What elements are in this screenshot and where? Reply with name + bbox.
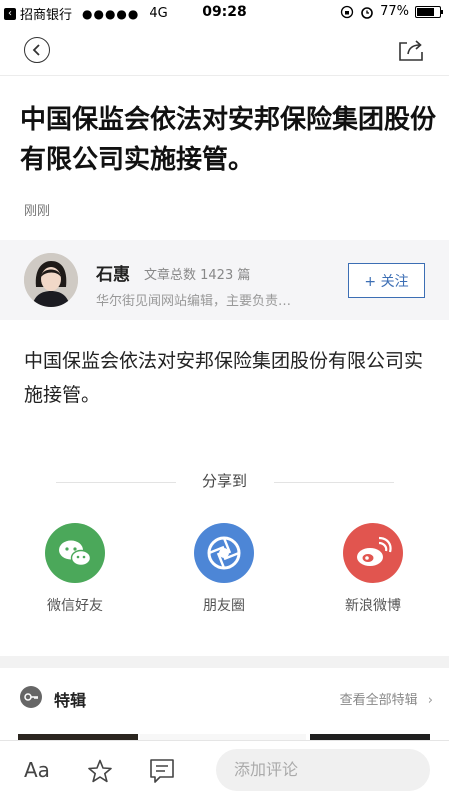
favorite-star-icon[interactable] (87, 758, 113, 784)
share-moments-label: 朋友圈 (203, 598, 245, 614)
section-divider (0, 656, 449, 668)
special-section-title: 特辑 (54, 691, 87, 710)
article-body: 中国保监会依法对安邦保险集团股份有限公司实施接管。 (24, 350, 424, 406)
share-button[interactable] (397, 37, 425, 63)
publish-time: 刚刚 (24, 204, 51, 219)
article-count: 文章总数 1423 篇 (144, 268, 251, 283)
view-all-label: 查看全部特辑 (339, 693, 418, 708)
status-right: 77% (340, 4, 443, 19)
battery-icon (415, 5, 443, 18)
bottom-toolbar: Aa 添加评论 (0, 740, 449, 800)
moments-icon[interactable] (194, 523, 254, 583)
author-description: 华尔街见闻网站编辑，主要负责… (96, 294, 292, 309)
avatar[interactable] (24, 253, 78, 307)
chevron-left-icon (32, 44, 40, 56)
share-wechat-button[interactable]: 微信好友 (25, 523, 125, 615)
article-title: 中国保监会依法对安邦保险集团股份有限公司实施接管。 (20, 105, 437, 175)
rotation-lock-icon (340, 5, 354, 18)
battery-percent: 77% (380, 4, 409, 19)
view-all-specials-link[interactable]: 查看全部特辑 › (340, 689, 433, 708)
share-wechat-label: 微信好友 (47, 598, 103, 614)
share-weibo-button[interactable]: 新浪微博 (323, 523, 423, 615)
status-bar: ‹ 招商银行 ●●●●● 4G 09:28 77% (0, 0, 449, 24)
share-weibo-label: 新浪微博 (345, 598, 401, 614)
share-heading: 分享到 (201, 472, 247, 490)
author-name[interactable]: 石惠 (96, 260, 130, 285)
comments-icon[interactable] (149, 757, 175, 785)
comment-input[interactable]: 添加评论 (216, 749, 430, 791)
back-button[interactable] (24, 37, 50, 63)
chevron-right-icon: › (427, 693, 433, 708)
weibo-icon[interactable] (343, 523, 403, 583)
author-card[interactable]: 石惠 文章总数 1423 篇 华尔街见闻网站编辑，主要负责… + 关注 (0, 240, 449, 320)
share-moments-button[interactable]: 朋友圈 (174, 523, 274, 615)
key-icon (20, 686, 42, 708)
author-photo (24, 253, 78, 307)
follow-button[interactable]: + 关注 (348, 263, 425, 298)
font-size-button[interactable]: Aa (24, 758, 50, 782)
nav-bar (0, 24, 449, 76)
wechat-icon[interactable] (45, 523, 105, 583)
alarm-icon (361, 6, 373, 19)
